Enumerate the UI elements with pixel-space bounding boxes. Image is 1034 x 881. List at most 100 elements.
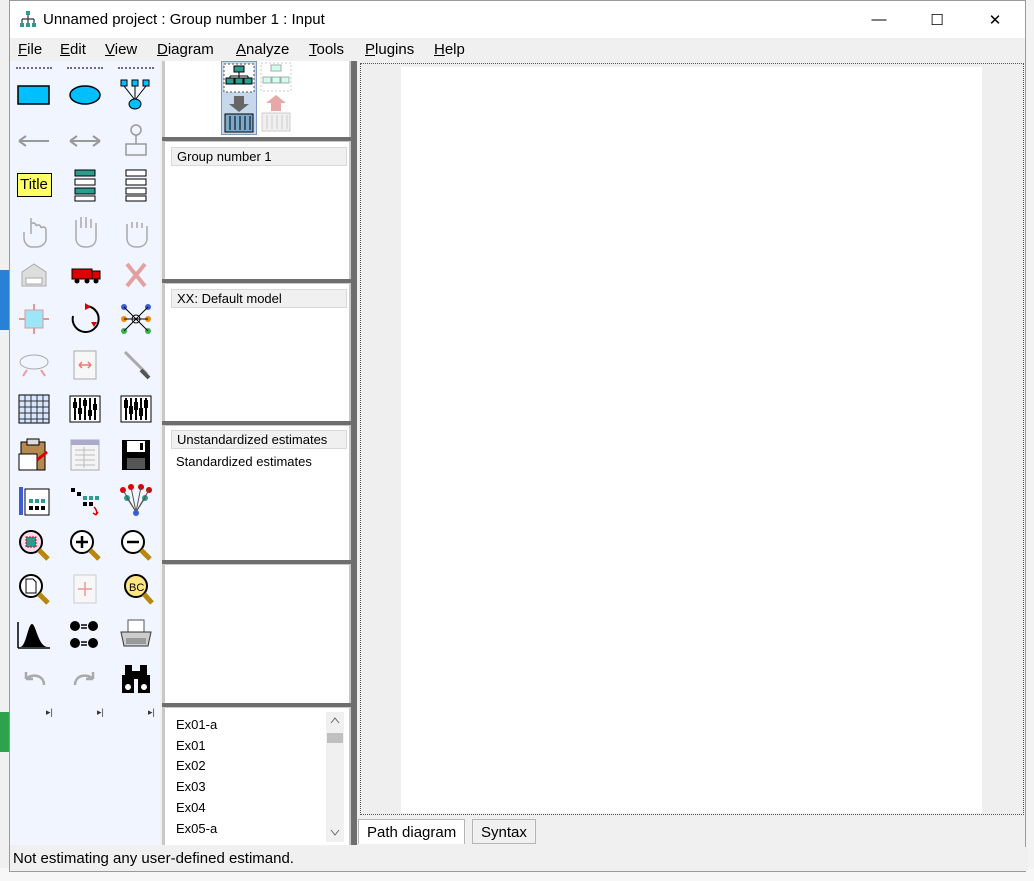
draw-latent-indicator-tool[interactable] [116, 75, 156, 115]
tab-syntax[interactable]: Syntax [472, 819, 536, 844]
symmetry-icon [120, 484, 152, 516]
title-label: Title [16, 173, 52, 197]
object-properties-tool[interactable] [14, 481, 54, 521]
erase-x-icon [125, 262, 147, 288]
model-list-item-selected[interactable]: XX: Default model [171, 289, 347, 308]
arrow-left-icon [18, 135, 49, 147]
file-list-item[interactable]: Ex05-a [176, 821, 217, 836]
file-list-item[interactable]: Ex01 [176, 738, 206, 753]
show-whole-page-tool[interactable] [14, 569, 54, 609]
reflect-indicators-tool[interactable] [116, 299, 156, 339]
minimize-button[interactable]: — [850, 1, 908, 38]
view-text-output-tool[interactable] [65, 435, 105, 475]
touch-up-variable-tool[interactable] [116, 345, 156, 385]
add-unique-variable-tool[interactable] [116, 121, 156, 161]
scroll-thumb[interactable] [327, 733, 343, 743]
erase-objects-tool[interactable] [116, 255, 156, 295]
panel-splitter[interactable] [162, 703, 352, 707]
scroll-up-icon[interactable] [329, 715, 341, 725]
files-scrollbar[interactable] [326, 712, 344, 842]
background-app-edge-blue [0, 270, 9, 330]
menu-plugins[interactable]: Plugins [365, 41, 414, 58]
analysis-properties-tool[interactable] [65, 389, 105, 429]
toolbox-separator [67, 67, 103, 72]
deselect-all-objects-tool[interactable] [116, 211, 156, 251]
select-data-files-tool[interactable] [14, 389, 54, 429]
calculate-estimates-tool[interactable] [116, 389, 156, 429]
background-app-edge [1026, 0, 1034, 881]
specification-search-tool[interactable] [116, 659, 156, 699]
list-variables-in-dataset-tool[interactable] [116, 165, 156, 205]
file-list-item[interactable]: Ex02 [176, 758, 206, 773]
view-input-button[interactable] [221, 61, 257, 135]
menu-bar: File Edit View Diagram Analyze Tools Plu… [10, 38, 1025, 61]
magnify-path-diagram-tool[interactable]: BC [116, 569, 156, 609]
group-list-item-selected[interactable]: Group number 1 [171, 147, 347, 166]
svg-text:BC: BC [129, 582, 144, 594]
files-panel: Ex01-a Ex01 Ex02 Ex03 Ex04 Ex05-a [165, 708, 349, 845]
menu-analyze[interactable]: Analyze [236, 41, 289, 58]
move-objects-tool[interactable] [65, 255, 105, 295]
draw-path-tool[interactable] [14, 121, 54, 161]
draw-covariance-tool[interactable] [65, 121, 105, 161]
text-output-icon [70, 439, 100, 471]
multiple-group-analysis-tool[interactable] [65, 615, 105, 655]
abacus-calc-icon [120, 395, 152, 423]
zoom-out-tool[interactable] [116, 525, 156, 565]
close-button[interactable]: ✕ [966, 1, 1024, 38]
select-one-object-tool[interactable] [14, 211, 54, 251]
file-list-item[interactable]: Ex04 [176, 800, 206, 815]
duplicate-objects-tool[interactable] [14, 255, 54, 295]
panel-splitter[interactable] [162, 137, 352, 141]
truck-icon [71, 268, 101, 284]
preserve-symmetries-tool[interactable] [116, 481, 156, 521]
menu-tools[interactable]: Tools [309, 41, 344, 58]
vertical-splitter[interactable] [351, 61, 357, 845]
panel-splitter[interactable] [162, 560, 352, 564]
tab-path-diagram[interactable]: Path diagram [358, 819, 466, 844]
select-all-objects-tool[interactable] [65, 211, 105, 251]
toolbox-more-icon[interactable]: ▸| [148, 707, 155, 718]
scroll-down-icon[interactable] [329, 827, 341, 837]
figure-caption-tool[interactable]: Title [14, 165, 54, 205]
toolbox-more-icon[interactable]: ▸| [46, 707, 53, 718]
resize-shape-tool[interactable] [14, 299, 54, 339]
test-normality-tool[interactable] [14, 615, 54, 655]
draw-observed-variable-tool[interactable] [14, 75, 54, 115]
view-output-button[interactable] [259, 61, 295, 135]
toolbox-more-icon[interactable]: ▸| [97, 707, 104, 718]
zoom-page-icon [19, 574, 50, 605]
save-diagram-tool[interactable] [116, 435, 156, 475]
file-list-item[interactable]: Ex03 [176, 779, 206, 794]
printer-icon [120, 619, 152, 647]
menu-help[interactable]: Help [434, 41, 465, 58]
undo-tool[interactable] [14, 659, 54, 699]
rotate-indicators-tool[interactable] [65, 299, 105, 339]
file-list-item[interactable]: Ex01-a [176, 717, 217, 732]
draw-unobserved-variable-tool[interactable] [65, 75, 105, 115]
redo-tool[interactable] [65, 659, 105, 699]
path-diagram-page[interactable] [401, 67, 982, 813]
resize-diagram-to-fit-page-tool[interactable] [65, 569, 105, 609]
copy-diagram-to-clipboard-tool[interactable] [14, 435, 54, 475]
menu-file[interactable]: File [18, 41, 42, 58]
maximize-button[interactable]: ☐ [908, 1, 966, 38]
estimates-list-item[interactable]: Standardized estimates [176, 454, 312, 469]
zoom-in-tool[interactable] [65, 525, 105, 565]
panel-splitter[interactable] [162, 279, 352, 283]
latent-indicator-icon [120, 79, 150, 110]
zoom-area-icon [19, 530, 50, 561]
menu-view[interactable]: View [105, 41, 137, 58]
panel-splitter[interactable] [162, 421, 352, 425]
estimates-list-item-selected[interactable]: Unstandardized estimates [171, 430, 347, 449]
zoom-in-area-tool[interactable] [14, 525, 54, 565]
menu-diagram[interactable]: Diagram [157, 41, 214, 58]
menu-edit[interactable]: Edit [60, 41, 86, 58]
print-diagram-tool[interactable] [116, 615, 156, 655]
drag-properties-tool[interactable] [65, 481, 105, 521]
reposition-on-scroll-tool[interactable] [65, 345, 105, 385]
toolbox-separator [16, 67, 52, 72]
toolbox: Title BC ▸| ▸| ▸| [10, 61, 160, 845]
move-parameter-values-tool[interactable] [14, 345, 54, 385]
list-variables-in-model-tool[interactable] [65, 165, 105, 205]
